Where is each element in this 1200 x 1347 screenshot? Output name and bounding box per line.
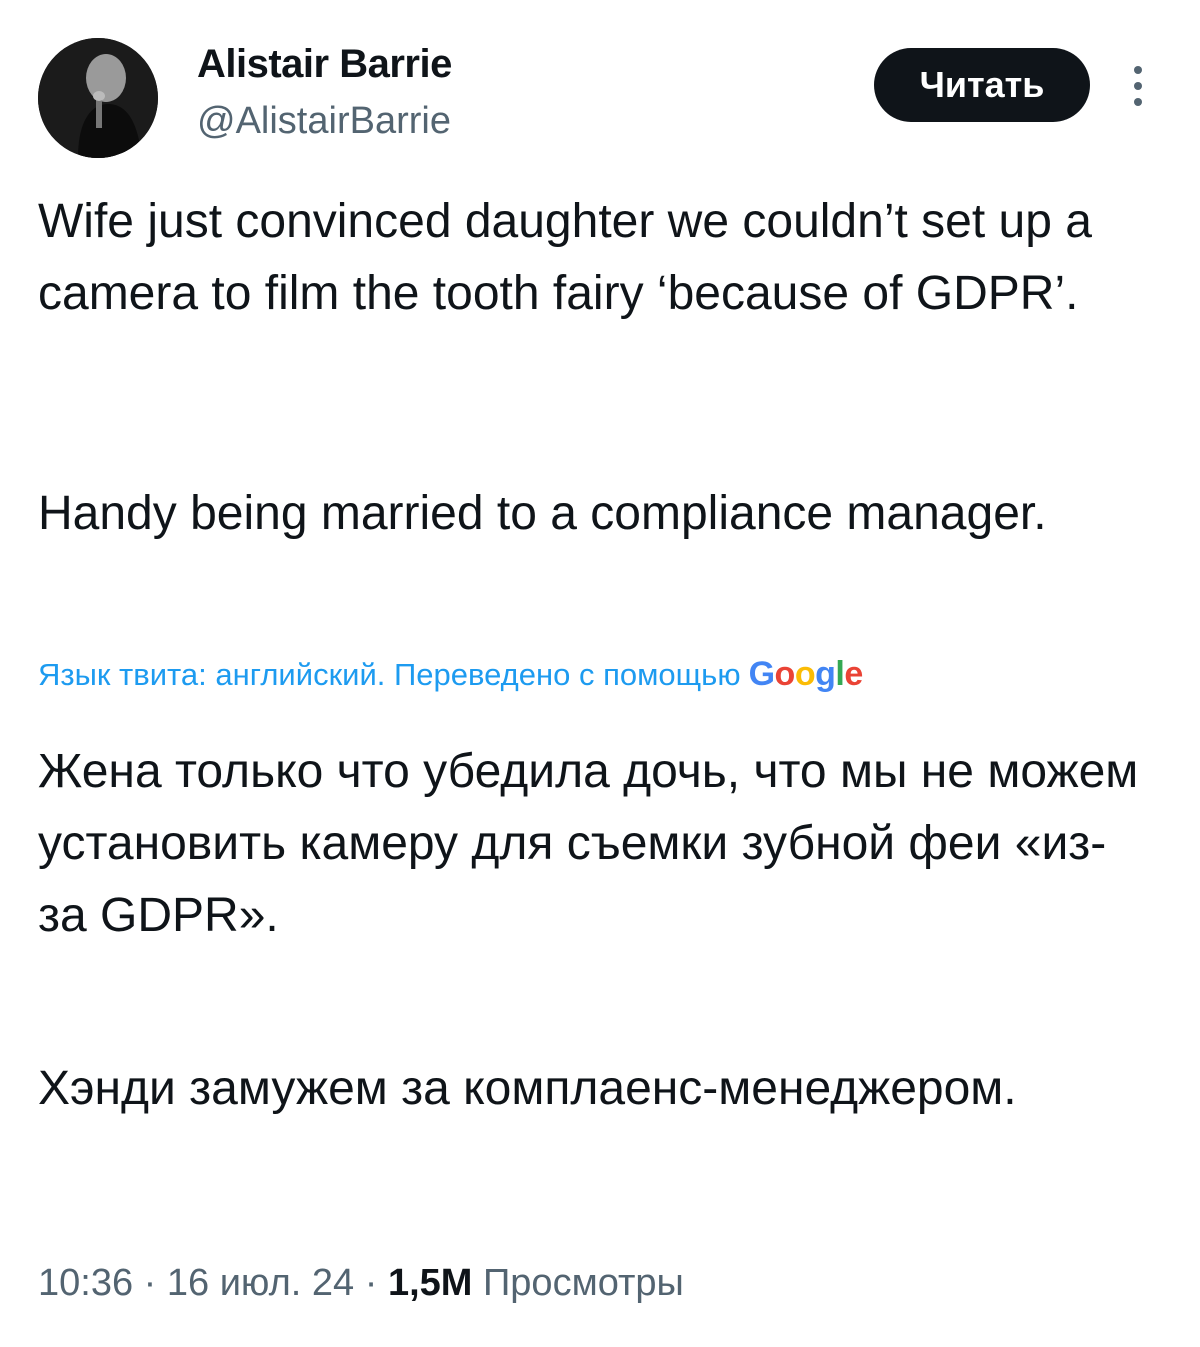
author-handle[interactable]: @AlistairBarrie	[197, 100, 451, 143]
meta-separator: ·	[364, 1262, 378, 1304]
views-count[interactable]: 1,5M	[388, 1262, 472, 1304]
views-label[interactable]: Просмотры	[483, 1262, 684, 1304]
more-vertical-icon[interactable]	[1126, 64, 1150, 108]
tweet-date[interactable]: 16 июл. 24	[167, 1262, 354, 1304]
meta-separator: ·	[143, 1262, 157, 1304]
tweet-time[interactable]: 10:36	[38, 1262, 133, 1304]
translation-note[interactable]: Язык твита: английский. Переведено с пом…	[38, 655, 863, 694]
tweet-translated-paragraph: Хэнди замужем за комплаенс-менеджером.	[38, 1062, 1017, 1115]
author-name[interactable]: Alistair Barrie	[197, 42, 452, 87]
tweet-meta: 10:36 · 16 июл. 24 · 1,5M Просмотры	[38, 1262, 684, 1305]
tweet-original-paragraph: Handy being married to a compliance mana…	[38, 487, 1047, 540]
tweet-original-paragraph: Wife just convinced daughter we couldn’t…	[38, 195, 1092, 320]
google-logo: Google	[748, 655, 864, 693]
avatar[interactable]	[38, 38, 158, 158]
translation-note-text: Язык твита: английский. Переведено с пом…	[38, 657, 741, 692]
follow-button[interactable]: Читать	[874, 48, 1090, 122]
tweet-translated-paragraph: Жена только что убедила дочь, что мы не …	[38, 745, 1139, 942]
tweet: Alistair Barrie @AlistairBarrie Читать W…	[0, 0, 1200, 1347]
